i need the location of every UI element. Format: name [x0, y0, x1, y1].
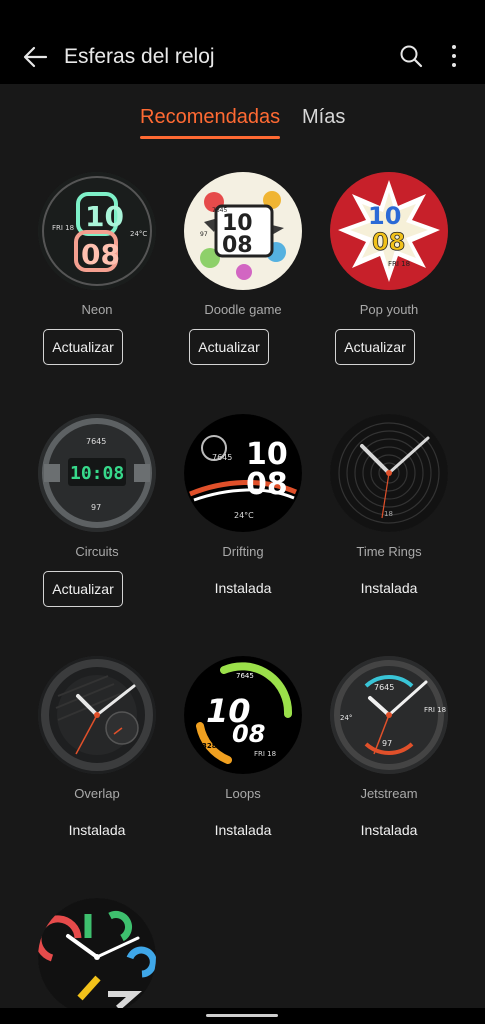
watch-face-card-drifting[interactable]: 7645 10 08 24°C Drifting Instalada: [170, 414, 316, 644]
neon-hour: 10: [85, 200, 124, 233]
watch-face-card-loops[interactable]: 7645 10 08 FRI 18 328 Loops Instalada: [170, 656, 316, 886]
pop-minute: 08: [372, 228, 405, 256]
watch-face-card-pop-youth[interactable]: 10 08 FRI 18 Pop youth Actualizar: [316, 172, 462, 402]
tab-indicator: [140, 136, 280, 139]
update-button[interactable]: Actualizar: [43, 571, 123, 607]
drifting-temp: 24°C: [234, 511, 254, 520]
jetstream-temp: 24°: [340, 714, 352, 722]
doodle-minute: 08: [222, 233, 253, 258]
watch-face-preview-loops[interactable]: 7645 10 08 FRI 18 328: [184, 656, 302, 774]
circuits-value: 97: [91, 503, 101, 512]
watch-face-name: Overlap: [74, 786, 120, 801]
watch-face-name: Neon: [81, 302, 113, 317]
watch-face-preview-neon[interactable]: FRI 18 24°C 10 08: [38, 172, 156, 290]
watch-face-preview-circuits[interactable]: 7645 10:08 97: [38, 414, 156, 532]
watch-face-preview-pop-youth[interactable]: 10 08 FRI 18: [330, 172, 448, 290]
pop-date: FRI 18: [388, 260, 410, 268]
pop-hour: 10: [368, 202, 401, 230]
drifting-steps: 7645: [212, 453, 232, 462]
watch-face-preview-colorful[interactable]: [38, 898, 156, 1016]
watch-face-preview-drifting[interactable]: 7645 10 08 24°C: [184, 414, 302, 532]
watch-face-card-neon[interactable]: FRI 18 24°C 10 08 Neon Actualizar: [24, 172, 170, 402]
loops-minute: 08: [232, 720, 265, 748]
neon-date: FRI 18: [52, 224, 74, 232]
more-options-icon[interactable]: [444, 43, 464, 69]
tab-mias[interactable]: Mías: [302, 106, 345, 129]
watch-face-preview-jetstream[interactable]: 7645 24° FRI 18 97: [330, 656, 448, 774]
watch-face-card-colorful[interactable]: [24, 898, 170, 1016]
tab-bar: Recomendadas Mías: [0, 100, 485, 144]
watch-face-name: Circuits: [75, 544, 119, 559]
installed-label: Instalada: [214, 822, 272, 838]
installed-label: Instalada: [214, 580, 272, 596]
watch-face-card-doodle-game[interactable]: 7645 97 10 08 Doodle game Actualizar: [170, 172, 316, 402]
tab-recomendadas[interactable]: Recomendadas: [140, 106, 280, 129]
neon-minute: 08: [81, 238, 120, 271]
installed-label: Instalada: [360, 580, 418, 596]
update-button[interactable]: Actualizar: [189, 329, 269, 365]
navigation-bar: [0, 1008, 485, 1024]
app-bar: Esferas del reloj: [0, 0, 485, 84]
watch-face-name: Loops: [225, 786, 261, 801]
time-rings-day: 18: [384, 510, 393, 518]
watch-face-name: Jetstream: [360, 786, 418, 801]
watch-face-name: Drifting: [222, 544, 264, 559]
watch-face-preview-doodle-game[interactable]: 7645 97 10 08: [184, 172, 302, 290]
watch-face-preview-time-rings[interactable]: 18: [330, 414, 448, 532]
installed-label: Instalada: [68, 822, 126, 838]
update-button[interactable]: Actualizar: [335, 329, 415, 365]
circuits-steps: 7645: [86, 437, 106, 446]
jetstream-date: FRI 18: [424, 706, 446, 714]
watch-face-card-overlap[interactable]: Overlap Instalada: [24, 656, 170, 886]
back-arrow-icon[interactable]: [20, 42, 50, 72]
jetstream-value: 97: [382, 739, 392, 748]
watch-face-card-time-rings[interactable]: 18 Time Rings Instalada: [316, 414, 462, 644]
watch-face-card-circuits[interactable]: 7645 10:08 97 Circuits Actualizar: [24, 414, 170, 644]
jetstream-steps: 7645: [374, 683, 394, 692]
loops-date: FRI 18: [254, 750, 276, 758]
watch-face-preview-overlap[interactable]: [38, 656, 156, 774]
installed-label: Instalada: [360, 822, 418, 838]
watch-face-card-jetstream[interactable]: 7645 24° FRI 18 97 Jetstream Instalada: [316, 656, 462, 886]
watch-face-name: Doodle game: [204, 302, 282, 317]
update-button[interactable]: Actualizar: [43, 329, 123, 365]
drifting-minute: 08: [246, 467, 288, 502]
page-title: Esferas del reloj: [64, 45, 215, 68]
watch-face-name: Time Rings: [356, 544, 422, 559]
doodle-value: 97: [200, 231, 208, 238]
neon-temp: 24°C: [130, 230, 147, 238]
circuits-time: 10:08: [70, 463, 124, 484]
loops-steps: 7645: [236, 672, 254, 680]
loops-value: 328: [202, 742, 217, 750]
watch-face-name: Pop youth: [359, 302, 419, 317]
search-icon[interactable]: [398, 43, 424, 69]
home-indicator[interactable]: [206, 1014, 278, 1017]
